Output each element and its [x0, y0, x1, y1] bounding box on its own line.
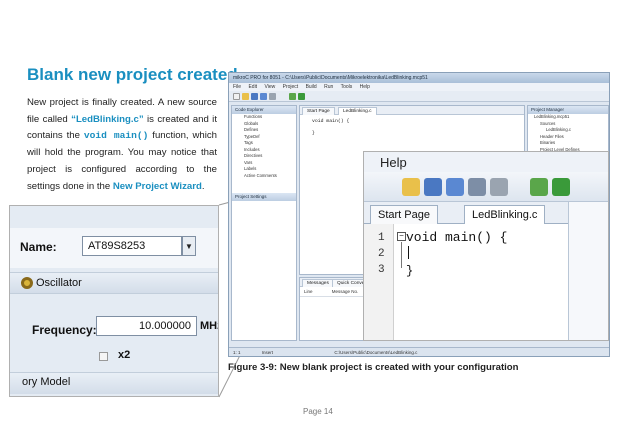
editor-zoom: Help Start Page LedBlinking.c 1 2 3 − vo…: [363, 151, 609, 341]
line-number: 2: [378, 248, 385, 260]
x2-label: x2: [118, 349, 131, 361]
ide-title-bar: mikroC PRO for 8051 - C:\Users\Public\Do…: [229, 73, 609, 83]
save-icon[interactable]: [251, 93, 258, 100]
text-cursor: [408, 246, 409, 259]
code-line: void main() {: [312, 119, 350, 124]
mcu-name-label: Name:: [20, 240, 57, 254]
code-explorer-panel: Code Explorer Functions Globals Defines …: [231, 105, 297, 341]
run-icon[interactable]: [298, 93, 305, 100]
memory-model-label: ory Model: [22, 376, 71, 388]
tab-start-page[interactable]: Start Page: [302, 107, 335, 115]
project-settings-title: Project Settings: [232, 193, 296, 201]
new-file-icon[interactable]: [402, 178, 420, 196]
new-file-icon[interactable]: [233, 93, 240, 100]
tab-ledblinking[interactable]: LedBlinking.c: [338, 107, 377, 115]
print-icon[interactable]: [490, 178, 508, 196]
menu-project[interactable]: Project: [283, 84, 299, 90]
menu-tools[interactable]: Tools: [341, 84, 353, 90]
figure-caption: Figure 3-9: New blank project is created…: [228, 362, 519, 373]
ide-status-bar: 1: 1 Insert C:\Users\Public\Documents\Le…: [229, 347, 609, 356]
menu-build[interactable]: Build: [306, 84, 317, 90]
zoom-toolbar: [364, 172, 608, 202]
status-position: 1: 1: [233, 350, 241, 355]
editor-tabs: Start Page LedBlinking.c: [300, 106, 524, 115]
project-settings-zoom: Name: AT89S8253 ▼ Oscillator Frequency: …: [9, 205, 219, 397]
build-icon[interactable]: [530, 178, 548, 196]
menu-edit[interactable]: Edit: [248, 84, 257, 90]
print-icon[interactable]: [269, 93, 276, 100]
frequency-label: Frequency:: [32, 323, 97, 337]
code-line-brace: }: [406, 264, 414, 278]
project-manager-title: Project Manager: [528, 106, 608, 114]
build-icon[interactable]: [289, 93, 296, 100]
oscillator-label: Oscillator: [36, 277, 82, 289]
frequency-unit: MHz: [200, 320, 218, 332]
tab-start-page[interactable]: Start Page: [370, 205, 438, 224]
ide-toolbar: [229, 91, 609, 102]
menu-run[interactable]: Run: [324, 84, 333, 90]
tree-item[interactable]: Active Comments: [232, 173, 296, 180]
ide-menu-bar: File Edit View Project Build Run Tools H…: [229, 83, 609, 91]
chevron-down-icon[interactable]: ▼: [182, 236, 196, 256]
menu-file[interactable]: File: [233, 84, 241, 90]
menu-help[interactable]: Help: [360, 84, 370, 90]
menu-view[interactable]: View: [264, 84, 275, 90]
code-line: }: [312, 131, 315, 136]
frequency-input[interactable]: 10.000000: [96, 316, 197, 336]
fold-line: [401, 242, 402, 268]
print-preview-icon[interactable]: [468, 178, 486, 196]
status-mode: Insert: [261, 350, 274, 355]
x2-checkbox[interactable]: [99, 352, 108, 361]
zoom-side-panel: [568, 202, 608, 340]
code-explorer-title: Code Explorer: [232, 106, 296, 114]
oscillator-icon: [21, 277, 33, 289]
tab-ledblinking[interactable]: LedBlinking.c: [464, 205, 546, 224]
menu-help[interactable]: Help: [380, 155, 407, 170]
column-message-no[interactable]: Message No.: [332, 289, 359, 294]
status-path: C:\Users\Public\Documents\LedBlinking.c: [334, 350, 418, 355]
line-number: 3: [378, 264, 385, 276]
run-icon[interactable]: [552, 178, 570, 196]
save-all-icon[interactable]: [446, 178, 464, 196]
code-line-main: void main() {: [406, 230, 508, 245]
mcu-select[interactable]: AT89S8253: [82, 236, 182, 256]
save-all-icon[interactable]: [260, 93, 267, 100]
open-folder-icon[interactable]: [242, 93, 249, 100]
line-number: 1: [378, 232, 385, 244]
page-number: Page 14: [303, 407, 333, 416]
fold-collapse-icon[interactable]: −: [397, 232, 406, 241]
column-line[interactable]: Line: [304, 289, 313, 294]
tab-messages[interactable]: Messages: [302, 279, 334, 287]
save-icon[interactable]: [424, 178, 442, 196]
